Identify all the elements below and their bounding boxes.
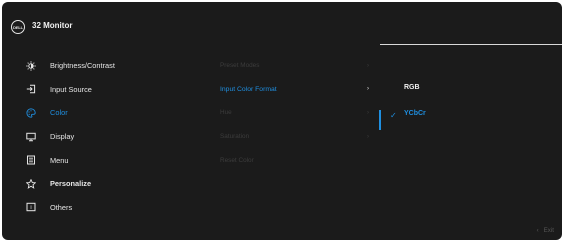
exit-button[interactable]: ‹ Exit <box>537 227 554 234</box>
dell-logo: DELL <box>11 20 25 34</box>
monitor-title: 32 Monitor <box>32 21 73 30</box>
star-icon <box>26 178 36 189</box>
chevron-right-icon: › <box>367 109 369 116</box>
chevron-left-icon: ‹ <box>536 227 539 234</box>
menu-label: Brightness/Contrast <box>50 61 115 71</box>
input-source-icon <box>26 84 36 94</box>
menu-label: Others <box>50 202 73 212</box>
brightness-icon <box>26 61 36 71</box>
submenu-label: Saturation <box>220 133 250 141</box>
option-rgb[interactable]: RGB <box>404 84 420 91</box>
menu-label: Personalize <box>50 179 92 189</box>
submenu-label: Input Color Format <box>220 85 277 93</box>
exit-label: Exit <box>543 227 554 234</box>
menu-item-input-source[interactable]: Input Source <box>2 78 212 102</box>
chevron-right-icon: › <box>367 62 369 69</box>
menu-label: Menu <box>50 155 69 165</box>
submenu-label: Hue <box>220 109 232 117</box>
checkmark-icon: ✓ <box>390 111 397 120</box>
submenu-item-saturation[interactable]: Saturation › <box>220 125 375 149</box>
main-menu: Brightness/Contrast Input Source Color D… <box>2 54 212 219</box>
menu-icon <box>26 155 36 165</box>
submenu-item-input-color-format[interactable]: Input Color Format › <box>220 78 375 102</box>
submenu-item-hue[interactable]: Hue › <box>220 101 375 125</box>
submenu-label: Preset Modes <box>220 62 260 70</box>
menu-label: Color <box>50 108 68 118</box>
header-divider <box>380 44 562 45</box>
osd-header: DELL 32 Monitor <box>2 2 562 48</box>
display-icon <box>26 132 36 142</box>
menu-item-brightness-contrast[interactable]: Brightness/Contrast <box>2 54 212 78</box>
chevron-right-icon: › <box>367 133 369 140</box>
submenu-label: Reset Color <box>220 156 254 164</box>
others-icon: i <box>26 202 36 212</box>
menu-label: Display <box>50 132 75 142</box>
submenu-item-reset-color[interactable]: Reset Color <box>220 148 375 172</box>
menu-item-menu[interactable]: Menu <box>2 148 212 172</box>
option-ycbcr[interactable]: YCbCr <box>404 110 426 117</box>
menu-label: Input Source <box>50 84 92 94</box>
menu-item-personalize[interactable]: Personalize <box>2 172 212 196</box>
submenu-item-preset-modes[interactable]: Preset Modes › <box>220 54 375 78</box>
color-palette-icon <box>26 108 36 118</box>
menu-item-others[interactable]: i Others <box>2 196 212 220</box>
selection-indicator <box>379 110 381 130</box>
monitor-osd: DELL 32 Monitor Brightness/Contrast Inpu… <box>2 2 562 240</box>
chevron-right-icon: › <box>367 86 369 93</box>
menu-item-display[interactable]: Display <box>2 125 212 149</box>
menu-item-color[interactable]: Color <box>2 101 212 125</box>
